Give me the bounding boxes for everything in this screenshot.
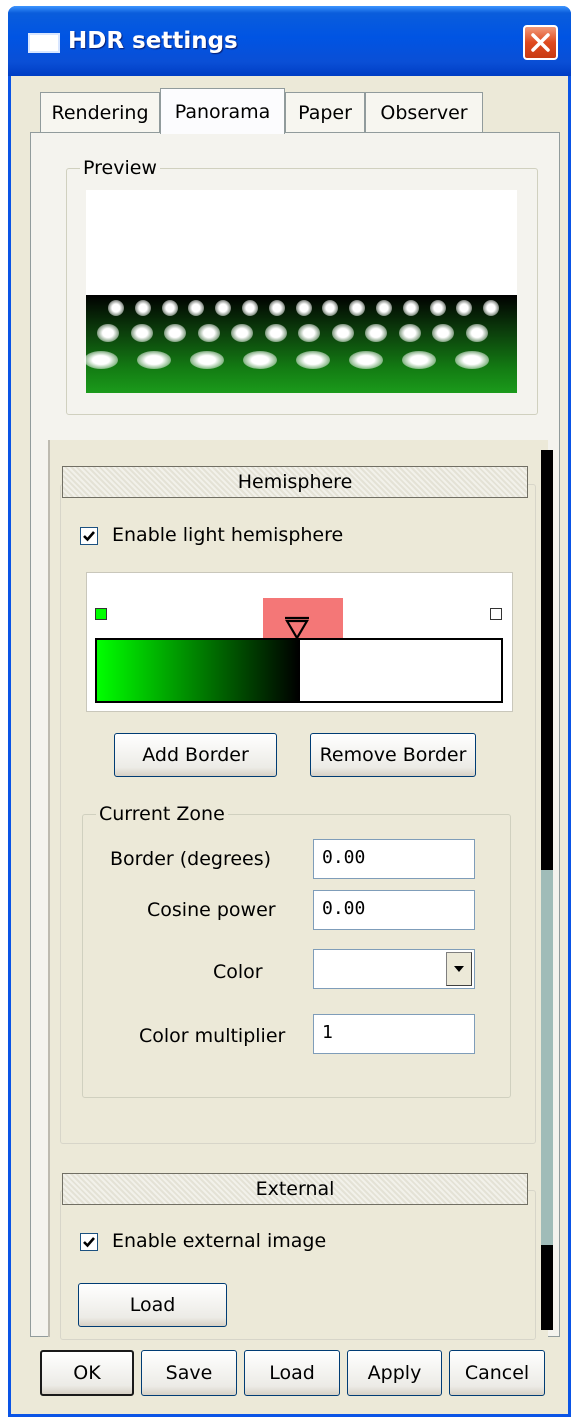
cosine-power-input[interactable]: 0.00 bbox=[313, 890, 475, 930]
hemisphere-gradient-editor[interactable] bbox=[86, 572, 513, 712]
tab-label: Panorama bbox=[174, 100, 271, 123]
save-label: Save bbox=[165, 1362, 213, 1384]
external-header-label: External bbox=[255, 1178, 335, 1200]
preview-light-dot bbox=[429, 300, 446, 316]
load-external-button[interactable]: Load bbox=[78, 1283, 227, 1327]
tab-label: Paper bbox=[298, 101, 352, 124]
tab-label: Rendering bbox=[51, 101, 149, 124]
cosine-power-label: Cosine power bbox=[147, 899, 276, 921]
color-select[interactable] bbox=[313, 949, 475, 989]
border-degrees-label: Border (degrees) bbox=[110, 848, 272, 870]
enable-external-label[interactable]: Enable external image bbox=[112, 1230, 326, 1252]
window-title: HDR settings bbox=[68, 28, 238, 54]
preview-light-dot bbox=[465, 324, 488, 342]
ok-label: OK bbox=[73, 1362, 101, 1384]
window-icon bbox=[28, 33, 60, 53]
preview-light-dot bbox=[190, 351, 224, 369]
preview-light-dot bbox=[264, 324, 287, 342]
color-label: Color bbox=[213, 961, 263, 983]
load-button[interactable]: Load bbox=[244, 1350, 340, 1396]
preview-light-dot bbox=[398, 324, 421, 342]
vertical-scrollbar[interactable] bbox=[541, 450, 553, 1330]
checkmark-icon bbox=[83, 1237, 95, 1248]
preview-light-dot bbox=[402, 351, 436, 369]
preview-light-dot bbox=[296, 351, 330, 369]
tab-rendering[interactable]: Rendering bbox=[40, 92, 160, 132]
close-button[interactable] bbox=[523, 25, 558, 60]
border-marker-icon[interactable] bbox=[283, 616, 311, 640]
color-multiplier-label: Color multiplier bbox=[139, 1025, 286, 1047]
preview-light-dot bbox=[402, 300, 419, 316]
preview-light-dot bbox=[97, 324, 119, 342]
hemisphere-header[interactable]: Hemisphere bbox=[62, 466, 528, 498]
apply-label: Apply bbox=[367, 1362, 422, 1384]
preview-light-dot bbox=[376, 300, 392, 316]
ok-button[interactable]: OK bbox=[40, 1350, 134, 1396]
preview-light-dot bbox=[108, 300, 124, 316]
preview-light-dot bbox=[243, 351, 277, 369]
preview-light-dot bbox=[130, 324, 153, 342]
title-bar[interactable]: HDR settings bbox=[8, 6, 571, 76]
preview-light-dot bbox=[197, 324, 220, 342]
preview-light-dot bbox=[349, 351, 383, 369]
preview-light-dot bbox=[331, 324, 354, 342]
scrollbar-thumb[interactable] bbox=[541, 870, 553, 1245]
preview-light-dot bbox=[161, 300, 178, 316]
gradient-stop-start[interactable] bbox=[95, 608, 107, 620]
close-icon bbox=[531, 33, 550, 52]
chevron-down-icon bbox=[454, 966, 464, 972]
preview-light-dot bbox=[298, 324, 320, 342]
tab-panorama[interactable]: Panorama bbox=[160, 88, 285, 134]
hemisphere-header-label: Hemisphere bbox=[237, 471, 353, 493]
enable-hemisphere-label[interactable]: Enable light hemisphere bbox=[112, 524, 343, 546]
current-zone-label: Current Zone bbox=[96, 803, 228, 825]
enable-external-checkbox[interactable] bbox=[80, 1233, 98, 1251]
add-border-button[interactable]: Add Border bbox=[114, 733, 277, 777]
save-button[interactable]: Save bbox=[141, 1350, 237, 1396]
remove-border-label: Remove Border bbox=[319, 744, 467, 766]
preview-light-dot bbox=[164, 324, 186, 342]
apply-button[interactable]: Apply bbox=[347, 1350, 442, 1396]
gradient-stop-end[interactable] bbox=[490, 608, 502, 620]
add-border-label: Add Border bbox=[142, 744, 249, 766]
preview-group-label: Preview bbox=[80, 157, 160, 179]
preview-light-dot bbox=[242, 300, 258, 316]
tab-label: Observer bbox=[380, 101, 468, 124]
border-degrees-input[interactable]: 0.00 bbox=[313, 839, 475, 879]
tab-observer[interactable]: Observer bbox=[365, 92, 483, 132]
preview-light-dot bbox=[365, 324, 387, 342]
color-multiplier-input[interactable]: 1 bbox=[313, 1014, 475, 1054]
preview-light-dot bbox=[137, 351, 171, 369]
gradient-bar[interactable] bbox=[95, 638, 503, 703]
dropdown-button[interactable] bbox=[446, 952, 472, 986]
preview-light-dot bbox=[432, 324, 454, 342]
checkmark-icon bbox=[83, 531, 95, 542]
load-external-label: Load bbox=[129, 1294, 176, 1316]
enable-hemisphere-checkbox[interactable] bbox=[80, 527, 98, 545]
tab-paper[interactable]: Paper bbox=[285, 92, 365, 132]
preview-light-dot bbox=[134, 300, 151, 316]
external-header[interactable]: External bbox=[62, 1173, 528, 1205]
preview-light-dot bbox=[455, 351, 489, 369]
cancel-button[interactable]: Cancel bbox=[449, 1350, 545, 1396]
load-label: Load bbox=[269, 1362, 315, 1384]
preview-light-dot bbox=[295, 300, 312, 316]
preview-light-dot bbox=[231, 324, 253, 342]
preview-light-dot bbox=[84, 351, 118, 369]
remove-border-button[interactable]: Remove Border bbox=[310, 733, 476, 777]
preview-image bbox=[84, 190, 517, 393]
cancel-label: Cancel bbox=[464, 1362, 530, 1384]
preview-light-dot bbox=[268, 300, 285, 316]
